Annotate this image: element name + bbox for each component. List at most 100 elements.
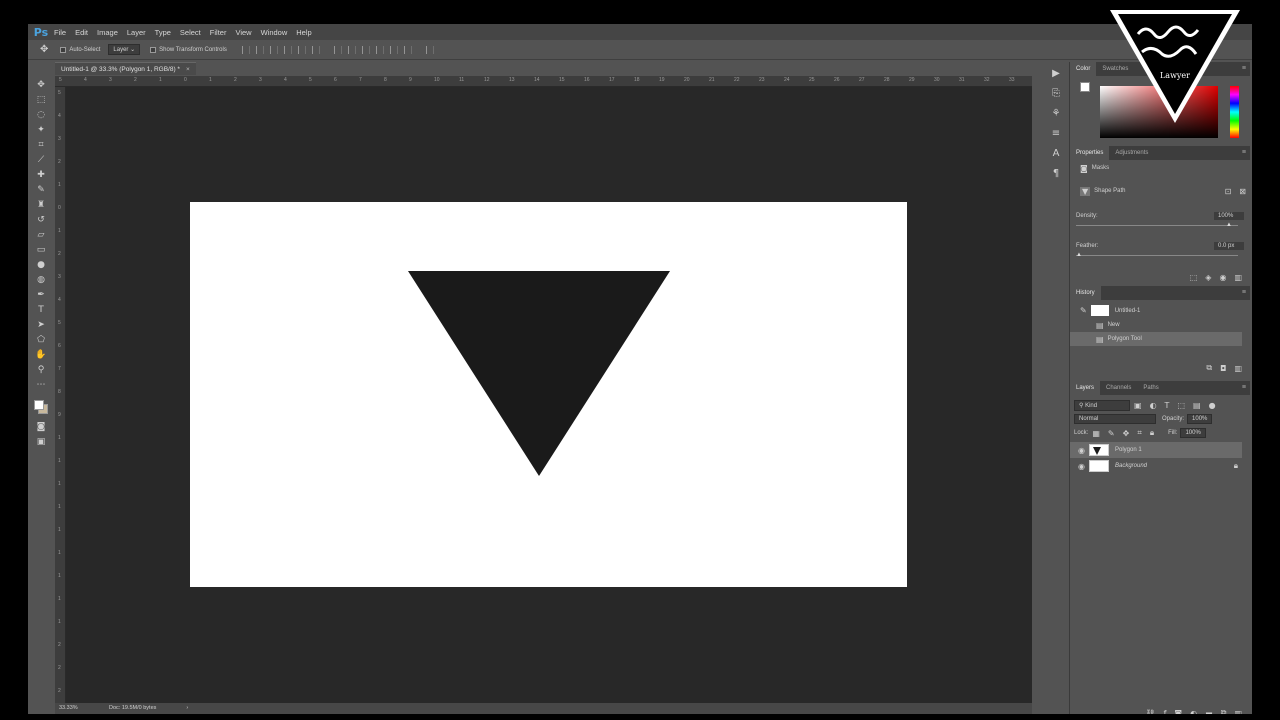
align-vcenter-icon[interactable] <box>255 45 264 54</box>
feather-value[interactable]: 0.0 px <box>1214 242 1244 250</box>
vertical-ruler[interactable]: 5 4 3 2 1 0 1 2 3 4 5 6 7 8 9 1 1 1 1 1 1 1 1 1 2 2 2 <box>55 87 66 703</box>
new-group-icon[interactable]: ▬ <box>1205 709 1213 715</box>
path-selection-tool-icon[interactable]: ➤ <box>34 319 48 332</box>
filter-shape-icon[interactable]: ⬚ <box>1177 401 1185 410</box>
slider-thumb-icon[interactable]: ▲ <box>1076 252 1082 258</box>
add-vector-mask-icon[interactable]: ⊠ <box>1239 187 1246 196</box>
healing-brush-tool-icon[interactable]: ✚ <box>34 169 48 182</box>
filter-pixel-icon[interactable]: ▣ <box>1134 401 1142 410</box>
move-tool-icon[interactable]: ✥ <box>34 79 48 92</box>
lock-icon[interactable]: 🔒︎ <box>1234 461 1238 471</box>
lock-all-icon[interactable]: 🔒︎ <box>1150 428 1154 438</box>
menu-filter[interactable]: Filter <box>210 28 227 37</box>
marquee-tool-icon[interactable]: ⬚ <box>34 94 48 107</box>
distribute-left-icon[interactable] <box>375 45 384 54</box>
status-arrow-icon[interactable]: › <box>186 703 188 714</box>
menu-help[interactable]: Help <box>296 28 311 37</box>
add-pixel-mask-icon[interactable]: ⊡ <box>1225 187 1232 196</box>
zoom-level[interactable]: 33.33% <box>59 703 109 714</box>
tab-paths[interactable]: Paths <box>1137 381 1164 395</box>
distribute-hcenter-icon[interactable] <box>389 45 398 54</box>
blend-mode-dropdown[interactable]: Normal <box>1074 414 1156 424</box>
snapshot-camera-icon[interactable]: ◘ <box>1220 364 1226 373</box>
menu-file[interactable]: File <box>54 28 66 37</box>
tab-history[interactable]: History <box>1070 286 1101 300</box>
slider-thumb-icon[interactable]: ▲ <box>1226 222 1232 228</box>
history-item[interactable]: ▤ New <box>1070 318 1250 332</box>
zoom-tool-icon[interactable]: ⚲ <box>34 364 48 377</box>
shape-tool-icon[interactable]: ⬠ <box>34 334 48 347</box>
new-document-from-state-icon[interactable]: ⧉ <box>1206 363 1212 373</box>
brush-preset-icon[interactable]: ⎘ <box>1049 88 1063 102</box>
fg-color-swatch[interactable] <box>1080 82 1090 92</box>
feather-slider[interactable]: ▲ <box>1076 252 1244 260</box>
layer-kind-dropdown[interactable]: ⚲ Kind <box>1074 399 1130 411</box>
tab-channels[interactable]: Channels <box>1100 381 1137 395</box>
paragraph-icon[interactable]: ¶ <box>1049 168 1063 182</box>
polygon-shape[interactable] <box>408 271 670 476</box>
dodge-tool-icon[interactable]: ◍ <box>34 274 48 287</box>
auto-align-icon[interactable] <box>425 45 434 54</box>
align-hcenter-icon[interactable] <box>297 45 306 54</box>
distribute-top-icon[interactable] <box>333 45 342 54</box>
visibility-icon[interactable]: ◉ <box>1219 273 1226 282</box>
layer-name[interactable]: Background <box>1115 463 1147 469</box>
tab-properties[interactable]: Properties <box>1070 146 1110 160</box>
tab-layers[interactable]: Layers <box>1070 381 1101 395</box>
pen-tool-icon[interactable]: ✒ <box>34 289 48 302</box>
foreground-color-swatch[interactable] <box>34 400 44 410</box>
fx-icon[interactable]: ƒ <box>1164 709 1167 715</box>
history-brush-source-icon[interactable]: ✎ <box>1080 306 1087 315</box>
panel-menu-icon[interactable]: ≡ <box>1242 289 1246 296</box>
tab-color[interactable]: Color <box>1070 62 1097 76</box>
lock-position-icon[interactable]: ✥ <box>1123 429 1130 438</box>
magic-wand-tool-icon[interactable]: ✦ <box>34 124 48 137</box>
density-slider[interactable]: ▲ <box>1076 222 1244 230</box>
fill-field[interactable]: 100% <box>1180 428 1206 438</box>
history-snapshot[interactable]: ✎ Untitled-1 <box>1070 303 1250 318</box>
eyedropper-tool-icon[interactable]: ⟋ <box>34 154 48 167</box>
hand-tool-icon[interactable]: ✋ <box>34 349 48 362</box>
menu-view[interactable]: View <box>235 28 251 37</box>
history-item-active[interactable]: ▤ Polygon Tool <box>1070 332 1242 346</box>
panel-menu-icon[interactable]: ≡ <box>1242 65 1246 72</box>
horizontal-ruler[interactable]: 5 4 3 2 1 0 1 2 3 4 5 6 7 8 9 10 11 12 13 14 15 16 17 18 19 20 21 2… <box>55 76 1032 87</box>
auto-select-checkbox[interactable]: Auto-Select <box>60 46 100 53</box>
density-value[interactable]: 100% <box>1214 212 1244 220</box>
play-icon[interactable]: ▶ <box>1049 68 1063 82</box>
move-tool-icon[interactable]: ✥ <box>40 44 48 55</box>
close-icon[interactable]: × <box>186 66 190 73</box>
menu-layer[interactable]: Layer <box>127 28 146 37</box>
delete-layer-icon[interactable]: ▥ <box>1234 709 1242 715</box>
new-layer-icon[interactable]: ⧉ <box>1221 708 1227 714</box>
auto-select-target-dropdown[interactable]: Layer ⌄ <box>108 44 141 55</box>
panel-menu-icon[interactable]: ≡ <box>1242 384 1246 391</box>
layer-name[interactable]: Polygon 1 <box>1115 447 1142 453</box>
doc-info[interactable]: Doc: 19.5M/0 bytes <box>109 703 156 714</box>
lock-transparency-icon[interactable]: ▦ <box>1092 429 1100 438</box>
delete-icon[interactable]: ▥ <box>1234 273 1242 282</box>
character-icon[interactable]: A <box>1049 148 1063 162</box>
align-bottom-icon[interactable] <box>269 45 278 54</box>
type-tool-icon[interactable]: T <box>34 304 48 317</box>
visibility-eye-icon[interactable]: ◉ <box>1078 462 1085 471</box>
clone-source-icon[interactable]: ⚘ <box>1049 108 1063 122</box>
document-tab[interactable]: Untitled-1 @ 33.3% (Polygon 1, RGB/8) * × <box>55 62 196 75</box>
align-top-icon[interactable] <box>241 45 250 54</box>
add-mask-icon[interactable]: ◙ <box>1174 709 1182 715</box>
crop-tool-icon[interactable]: ⌗ <box>34 139 48 152</box>
filter-type-icon[interactable]: T <box>1165 401 1170 410</box>
menu-edit[interactable]: Edit <box>75 28 88 37</box>
adjustment-layer-icon[interactable]: ◐ <box>1190 709 1197 715</box>
more-tools-icon[interactable]: ⋯ <box>34 379 48 392</box>
history-brush-tool-icon[interactable]: ↺ <box>34 214 48 227</box>
align-left-icon[interactable] <box>283 45 292 54</box>
gradient-tool-icon[interactable]: ▭ <box>34 244 48 257</box>
panel-menu-icon[interactable]: ≡ <box>1242 149 1246 156</box>
lasso-tool-icon[interactable]: ◌ <box>34 109 48 122</box>
menu-type[interactable]: Type <box>155 28 171 37</box>
distribute-bottom-icon[interactable] <box>361 45 370 54</box>
show-transform-checkbox[interactable]: Show Transform Controls <box>150 46 227 53</box>
clone-stamp-tool-icon[interactable]: ♜ <box>34 199 48 212</box>
filter-smart-object-icon[interactable]: ▤ <box>1193 401 1201 410</box>
